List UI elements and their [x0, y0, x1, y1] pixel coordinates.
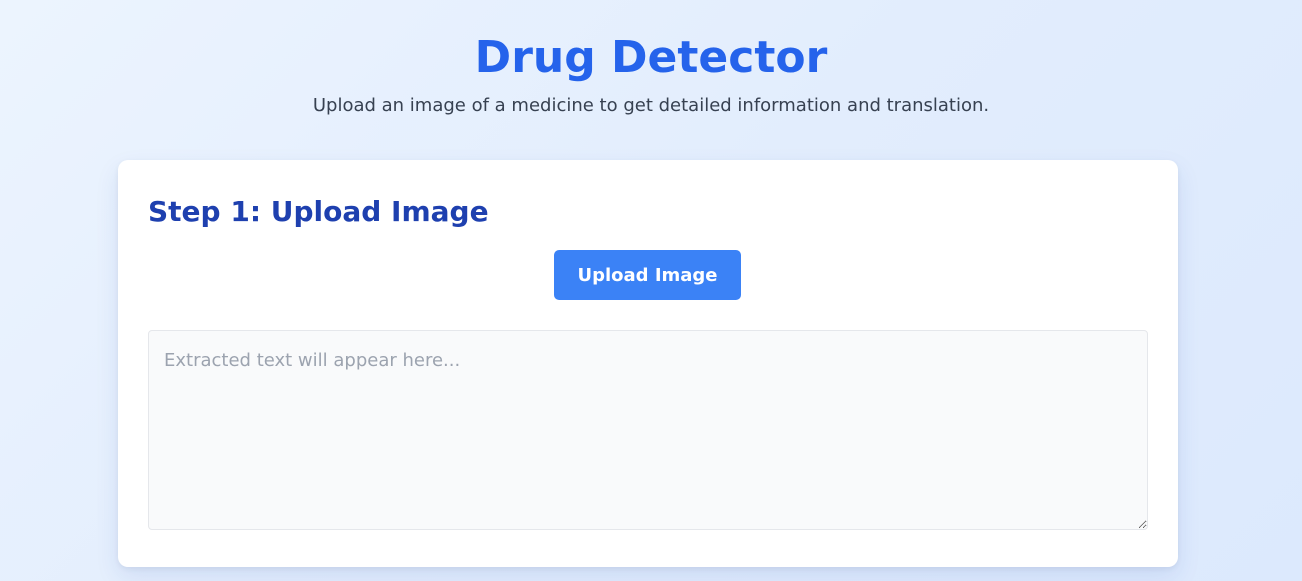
upload-card: Step 1: Upload Image Upload Image: [118, 160, 1178, 567]
app-subtitle: Upload an image of a medicine to get det…: [312, 95, 990, 116]
app-title: Drug Detector: [474, 32, 828, 83]
step-1-title: Step 1: Upload Image: [148, 195, 489, 228]
extracted-text-area[interactable]: [148, 330, 1148, 530]
upload-image-button[interactable]: Upload Image: [554, 250, 741, 300]
